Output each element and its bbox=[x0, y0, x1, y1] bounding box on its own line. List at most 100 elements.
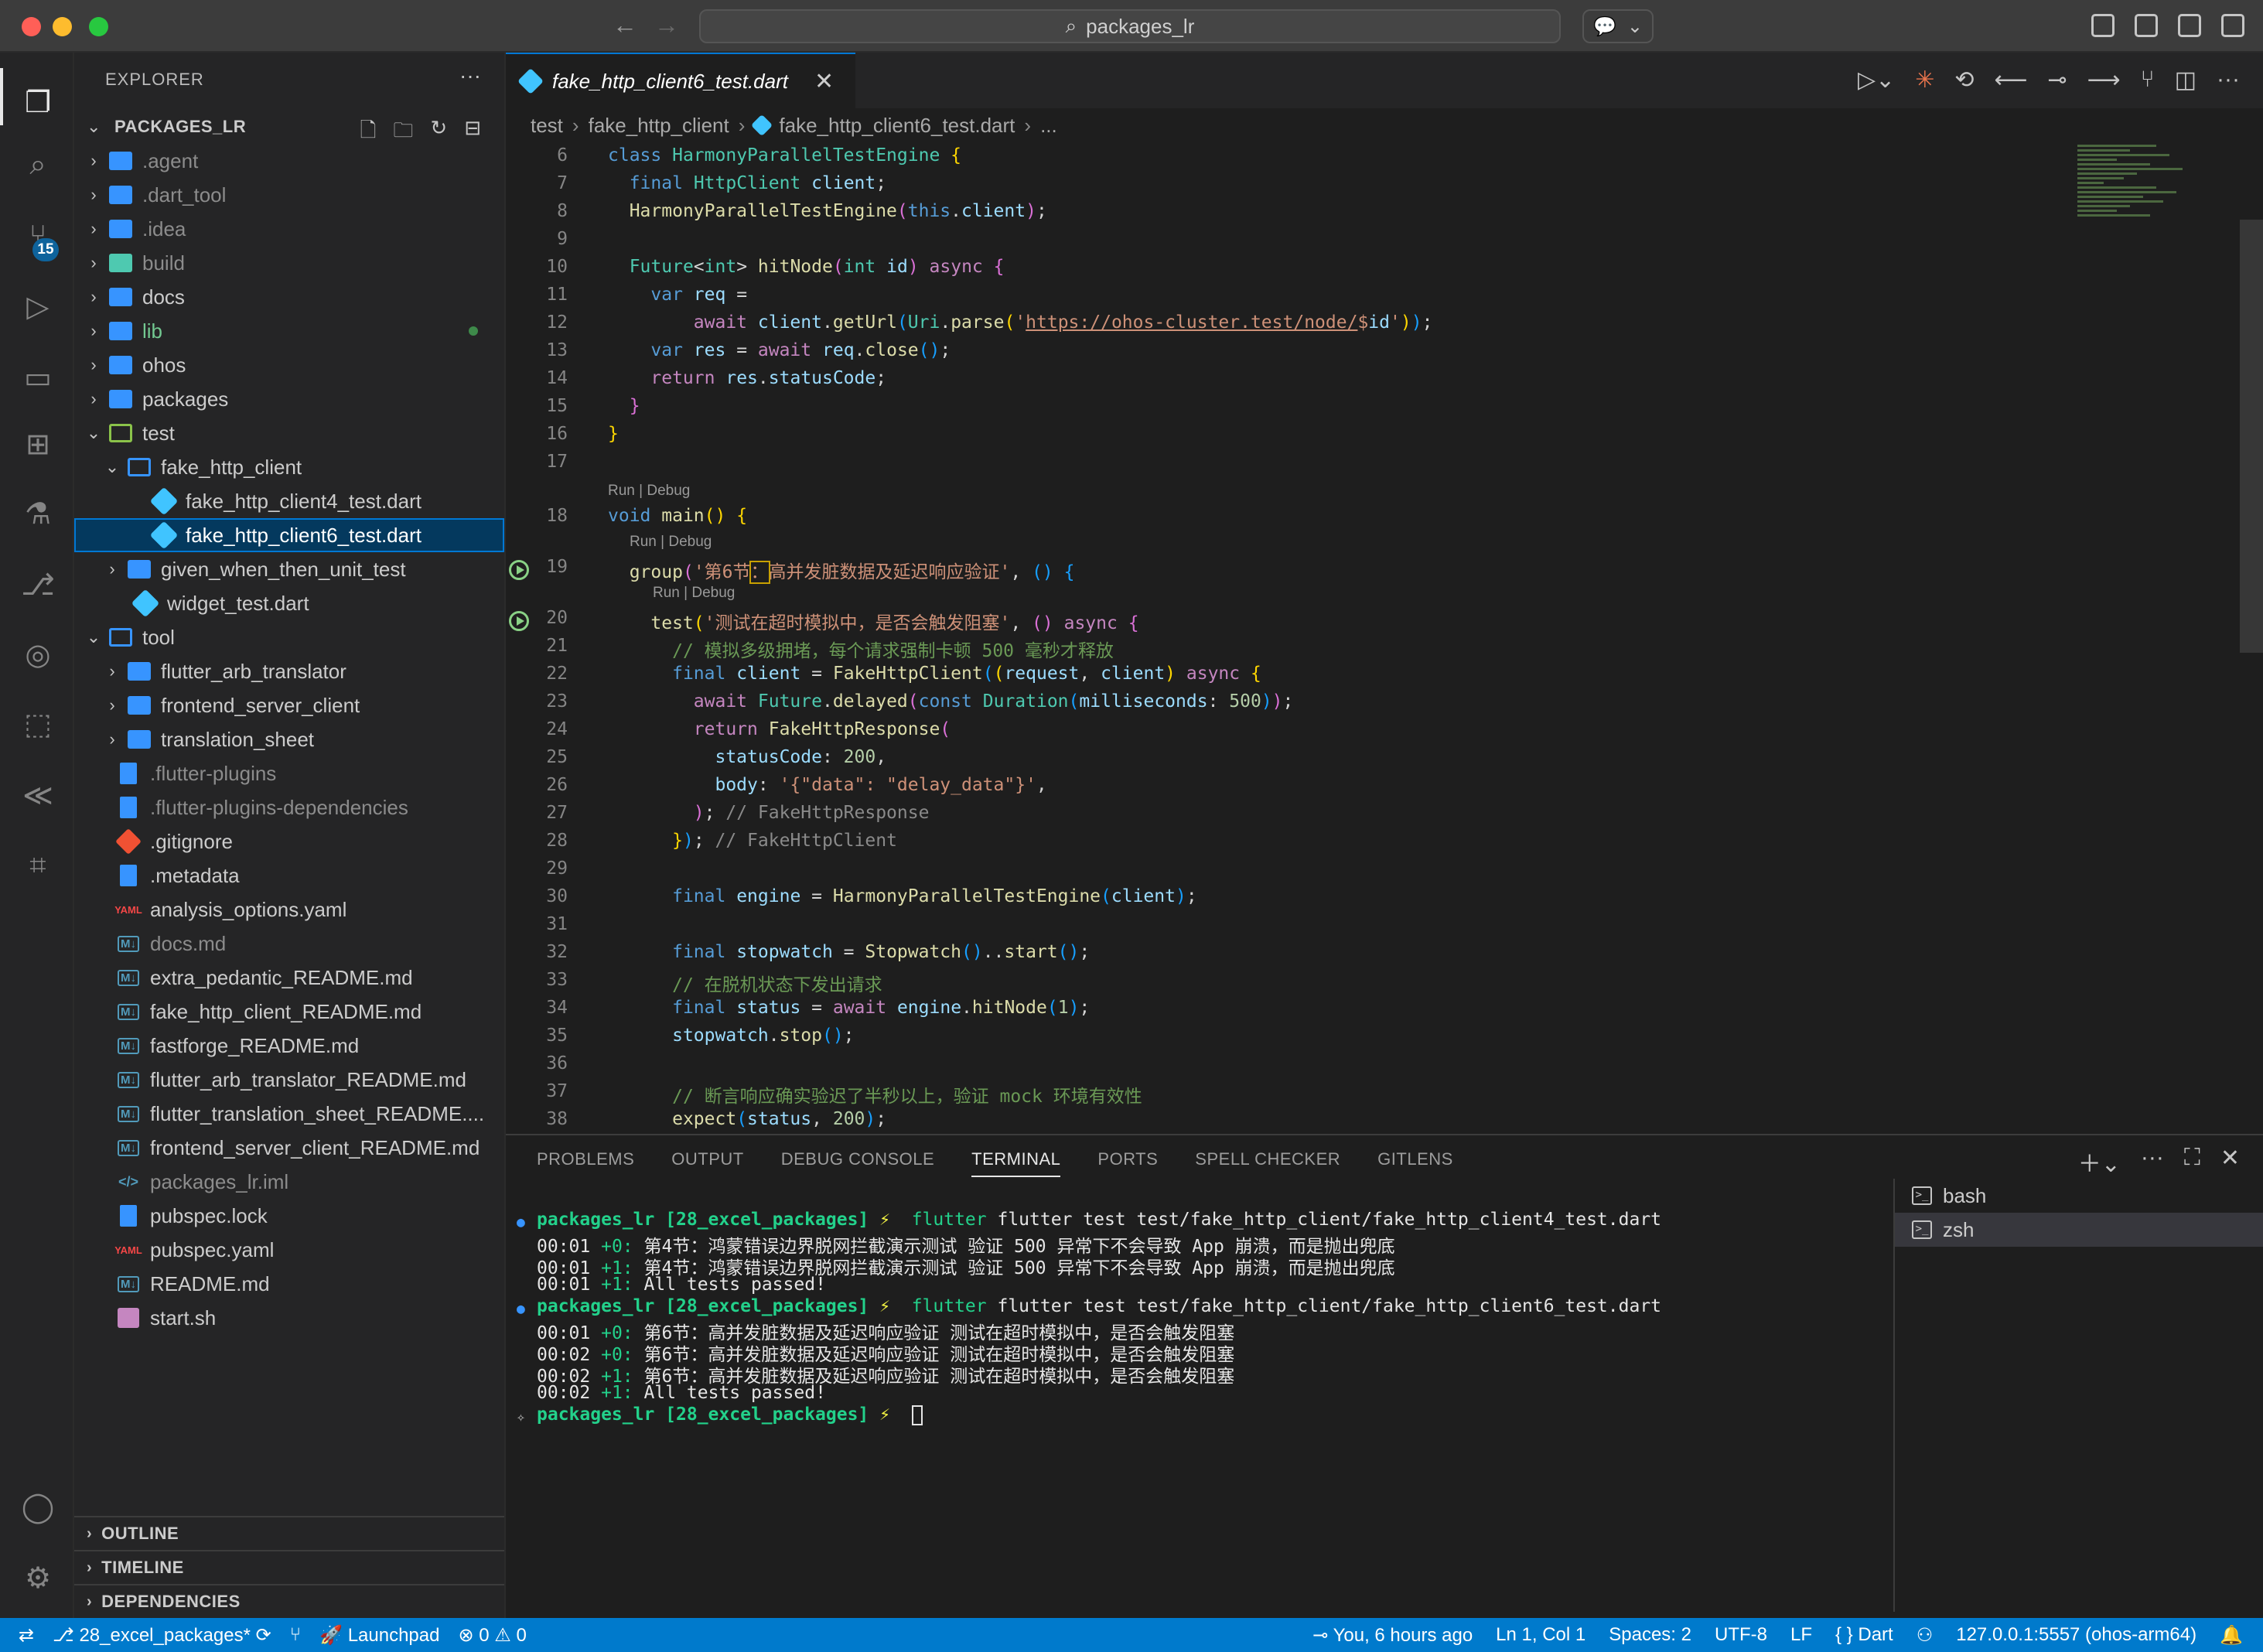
containers-icon[interactable]: ⬚ bbox=[20, 707, 56, 742]
tree-folder-tool[interactable]: ⌄ tool bbox=[74, 620, 504, 654]
code-editor[interactable]: 6 7 8 9 10 11 12 13 14 15 16 17 18 19 20… bbox=[506, 142, 2263, 1132]
codelens-run-debug[interactable]: Run | Debug bbox=[653, 585, 735, 602]
tab-spell-checker[interactable]: SPELL CHECKER bbox=[1195, 1149, 1340, 1177]
tree-file-extra-pedantic-readme[interactable]: M↓ extra_pedantic_README.md bbox=[74, 961, 504, 995]
breadcrumb-item[interactable]: fake_http_client bbox=[589, 114, 729, 138]
terminal-item-zsh[interactable]: >_ zsh bbox=[1895, 1213, 2263, 1247]
tree-file-gitignore[interactable]: .gitignore bbox=[74, 824, 504, 858]
breadcrumb-item[interactable]: fake_http_client6_test.dart bbox=[779, 114, 1015, 138]
more-actions-icon[interactable]: ··· bbox=[2141, 1145, 2164, 1179]
problems-item[interactable]: ⊗ 0 ⚠ 0 bbox=[458, 1624, 526, 1647]
tree-folder-packages[interactable]: › packages bbox=[74, 382, 504, 416]
close-icon[interactable]: ✕ bbox=[2220, 1145, 2240, 1179]
command-decoration-icon[interactable]: ● bbox=[517, 1214, 525, 1230]
tree-folder-given-when-then[interactable]: › given_when_then_unit_test bbox=[74, 552, 504, 586]
extensions-icon[interactable]: ⊞ bbox=[20, 427, 56, 462]
sparkle-icon[interactable]: ✧ bbox=[517, 1409, 525, 1425]
tree-folder-flutter-arb-translator[interactable]: › flutter_arb_translator bbox=[74, 654, 504, 688]
blame-item[interactable]: ⊸ You, 6 hours ago bbox=[1312, 1624, 1473, 1647]
tab-terminal[interactable]: TERMINAL bbox=[971, 1149, 1061, 1177]
tree-folder-fake-http-client[interactable]: ⌄ fake_http_client bbox=[74, 450, 504, 484]
search-icon[interactable]: ⌕ bbox=[20, 147, 56, 183]
run-test-gutter-icon[interactable] bbox=[509, 611, 529, 631]
copilot-status-icon[interactable]: ⚇ bbox=[1917, 1624, 1934, 1647]
tree-file-metadata[interactable]: .metadata bbox=[74, 858, 504, 893]
toggle-secondary-sidebar-icon[interactable] bbox=[2221, 14, 2244, 37]
terminal-output[interactable]: ● packages_lr [28_excel_packages] ⚡ flut… bbox=[506, 1205, 1875, 1607]
settings-gear-icon[interactable]: ⚙ bbox=[20, 1561, 56, 1596]
run-debug-icon[interactable]: ▷ bbox=[20, 289, 56, 325]
customize-layout-icon[interactable] bbox=[2091, 14, 2115, 37]
notifications-bell-icon[interactable]: 🔔 bbox=[2220, 1624, 2243, 1647]
tree-file-flutter-plugins-dependencies[interactable]: .flutter-plugins-dependencies bbox=[74, 790, 504, 824]
tree-folder-test[interactable]: ⌄ test bbox=[74, 416, 504, 450]
gitlens-graph-icon[interactable]: ⑂ bbox=[290, 1624, 301, 1646]
scan-icon[interactable]: ⌗ bbox=[20, 848, 56, 883]
toggle-panel-icon[interactable] bbox=[2178, 14, 2201, 37]
tab-problems[interactable]: PROBLEMS bbox=[537, 1149, 634, 1177]
project-header[interactable]: ⌄ PACKAGES_LR 🗋 🗀 ↻ ⊟ bbox=[74, 110, 504, 144]
breadcrumb-item[interactable]: ... bbox=[1040, 114, 1057, 138]
editor-scrollbar[interactable] bbox=[2240, 220, 2263, 653]
tree-file-widget-test[interactable]: widget_test.dart bbox=[74, 586, 504, 620]
tree-file-pubspec-yaml[interactable]: YAML pubspec.yaml bbox=[74, 1233, 504, 1267]
outline-section[interactable]: › OUTLINE bbox=[74, 1516, 504, 1550]
branch-item[interactable]: ⎇ 28_excel_packages* ⟳ bbox=[53, 1624, 271, 1647]
command-decoration-icon[interactable]: ● bbox=[517, 1301, 525, 1317]
run-test-gutter-icon[interactable] bbox=[509, 560, 529, 580]
tree-file-flutter-translation-sheet-readme[interactable]: M↓ flutter_translation_sheet_README.... bbox=[74, 1097, 504, 1131]
close-icon[interactable]: ✕ bbox=[814, 68, 834, 95]
tree-file-fake-http-client6-test[interactable]: fake_http_client6_test.dart bbox=[74, 518, 504, 552]
new-terminal-icon[interactable]: ＋⌄ bbox=[2078, 1145, 2121, 1179]
tree-file-fake-http-client-readme[interactable]: M↓ fake_http_client_README.md bbox=[74, 995, 504, 1029]
indentation[interactable]: Spaces: 2 bbox=[1609, 1624, 1691, 1646]
tree-folder-frontend-server-client[interactable]: › frontend_server_client bbox=[74, 688, 504, 722]
tree-file-analysis-options[interactable]: YAML analysis_options.yaml bbox=[74, 893, 504, 927]
tree-folder-idea[interactable]: › .idea bbox=[74, 212, 504, 246]
language-mode[interactable]: { } Dart bbox=[1835, 1624, 1893, 1646]
split-editor-icon[interactable]: ◫ bbox=[2175, 67, 2196, 94]
remote-icon[interactable]: ⇄ bbox=[19, 1624, 34, 1647]
codelens-run-debug[interactable]: Run | Debug bbox=[630, 534, 712, 551]
maximize-window-button[interactable] bbox=[89, 17, 108, 36]
forward-arrow-icon[interactable]: → bbox=[654, 11, 679, 39]
tree-file-docs-md[interactable]: M↓ docs.md bbox=[74, 927, 504, 961]
tree-folder-translation-sheet[interactable]: › translation_sheet bbox=[74, 722, 504, 756]
run-test-icon[interactable]: ▷⌄ bbox=[1858, 67, 1895, 94]
tree-file-packages-lr-iml[interactable]: </> packages_lr.iml bbox=[74, 1165, 504, 1199]
codelens-run-debug[interactable]: Run | Debug bbox=[608, 483, 690, 500]
commit-icon[interactable]: ⊸ bbox=[2048, 67, 2067, 94]
gitlens-icon[interactable]: ⎇ bbox=[20, 568, 56, 603]
next-change-icon[interactable]: ⟶ bbox=[2087, 67, 2121, 94]
remote-explorer-icon[interactable]: ▭ bbox=[20, 360, 56, 396]
tab-ports[interactable]: PORTS bbox=[1097, 1149, 1158, 1177]
tree-file-start-sh[interactable]: start.sh bbox=[74, 1301, 504, 1335]
tree-file-pubspec-lock[interactable]: pubspec.lock bbox=[74, 1199, 504, 1233]
tree-folder-agent[interactable]: › .agent bbox=[74, 144, 504, 178]
dependencies-section[interactable]: › DEPENDENCIES bbox=[74, 1584, 504, 1618]
copilot-icon[interactable]: ✳ bbox=[1915, 67, 1934, 94]
maximize-panel-icon[interactable]: ⛶ bbox=[2184, 1145, 2200, 1179]
editor-tab[interactable]: fake_http_client6_test.dart ✕ bbox=[506, 53, 855, 108]
timeline-section[interactable]: › TIMELINE bbox=[74, 1550, 504, 1584]
tab-debug-console[interactable]: DEBUG CONSOLE bbox=[781, 1149, 934, 1177]
more-actions-icon[interactable]: ··· bbox=[2217, 67, 2240, 94]
account-icon[interactable]: ◯ bbox=[20, 1490, 56, 1525]
copilot-chat-button[interactable]: 💬 ⌄ bbox=[1582, 9, 1654, 43]
tab-output[interactable]: OUTPUT bbox=[671, 1149, 743, 1177]
tree-file-fake-http-client4-test[interactable]: fake_http_client4_test.dart bbox=[74, 484, 504, 518]
minimize-window-button[interactable] bbox=[53, 17, 72, 36]
cursor-position[interactable]: Ln 1, Col 1 bbox=[1496, 1624, 1585, 1646]
previous-change-icon[interactable]: ⟵ bbox=[1994, 67, 2027, 94]
close-window-button[interactable] bbox=[22, 17, 41, 36]
tree-file-flutter-plugins[interactable]: .flutter-plugins bbox=[74, 756, 504, 790]
launchpad-item[interactable]: 🚀 Launchpad bbox=[319, 1624, 439, 1647]
command-center-search[interactable]: ⌕ packages_lr bbox=[699, 9, 1561, 43]
toggle-primary-sidebar-icon[interactable] bbox=[2135, 14, 2158, 37]
gitlens-compare-icon[interactable]: ⑂ bbox=[2141, 67, 2155, 94]
tree-folder-lib[interactable]: › lib bbox=[74, 314, 504, 348]
terminal-item-bash[interactable]: >_ bash bbox=[1895, 1179, 2263, 1213]
tree-folder-ohos[interactable]: › ohos bbox=[74, 348, 504, 382]
device-selector[interactable]: 127.0.0.1:5557 (ohos-arm64) bbox=[1956, 1624, 2196, 1646]
end-of-line[interactable]: LF bbox=[1790, 1624, 1812, 1646]
